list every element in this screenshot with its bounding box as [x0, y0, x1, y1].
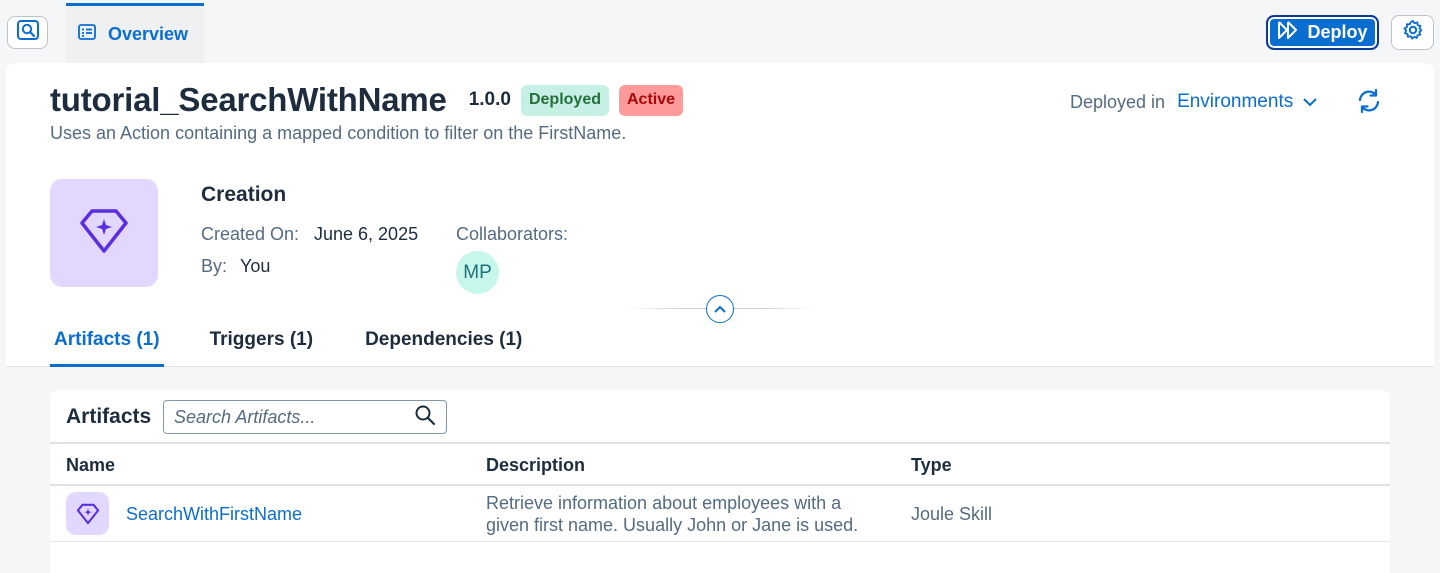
top-bar: Overview Deploy — [0, 0, 1440, 63]
magnifier-icon — [16, 19, 40, 46]
collaborators-label: Collaborators: — [456, 224, 569, 244]
table-header: Name Description Type — [50, 442, 1390, 486]
skill-avatar — [50, 179, 158, 287]
deployed-in-label: Deployed in — [1070, 91, 1166, 112]
collaborator-avatar[interactable]: MP — [456, 251, 499, 294]
created-by-label: By: — [201, 256, 228, 276]
table-row[interactable]: SearchWithFirstName Retrieve information… — [50, 486, 1390, 542]
tab-overview[interactable]: Overview — [66, 3, 204, 63]
version-label: 1.0.0 — [468, 89, 511, 110]
title-row: tutorial_SearchWithName 1.0.0 Deployed A… — [50, 81, 684, 119]
chevron-up-icon — [714, 300, 726, 318]
tab-overview-label: Overview — [108, 24, 189, 44]
artifact-type: Joule Skill — [911, 504, 993, 524]
page-subtitle: Uses an Action containing a mapped condi… — [50, 123, 627, 143]
deployed-in-group: Deployed in Environments — [1070, 91, 1317, 113]
column-header-description[interactable]: Description — [486, 455, 585, 476]
search-icon[interactable] — [414, 404, 436, 431]
deploy-icon — [1277, 20, 1301, 45]
page-title: tutorial_SearchWithName — [50, 81, 447, 118]
artifact-name-link[interactable]: SearchWithFirstName — [126, 504, 302, 525]
overview-icon — [78, 24, 96, 45]
search-input[interactable] — [174, 406, 414, 428]
deploy-label: Deploy — [1307, 22, 1368, 42]
created-on-value: June 6, 2025 — [314, 224, 419, 244]
artifact-description: Retrieve information about employees wit… — [486, 493, 859, 535]
creation-heading: Creation — [201, 183, 287, 206]
artifacts-panel: Artifacts Name Description Type SearchWi… — [50, 390, 1390, 573]
collapse-header-button[interactable] — [706, 295, 734, 323]
settings-button[interactable] — [1391, 15, 1434, 50]
tab-artifacts[interactable]: Artifacts (1) — [50, 313, 164, 367]
tab-dependencies[interactable]: Dependencies (1) — [365, 313, 522, 367]
environments-label: Environments — [1177, 91, 1294, 112]
section-tabs: Artifacts (1) Triggers (1) Dependencies … — [50, 313, 522, 367]
active-status-badge: Active — [618, 84, 684, 116]
diamond-sparkle-icon — [78, 207, 130, 260]
refresh-icon — [1356, 88, 1382, 119]
chevron-down-icon — [1303, 91, 1317, 113]
artifacts-search[interactable] — [163, 400, 447, 434]
row-skill-icon — [66, 492, 109, 535]
created-on-label: Created On: — [201, 224, 300, 244]
object-header: tutorial_SearchWithName 1.0.0 Deployed A… — [6, 63, 1434, 367]
artifacts-heading: Artifacts — [66, 405, 152, 428]
tab-triggers[interactable]: Triggers (1) — [210, 313, 313, 367]
environments-dropdown[interactable]: Environments — [1177, 91, 1317, 113]
refresh-button[interactable] — [1354, 88, 1384, 118]
created-by-value: You — [240, 256, 271, 276]
search-lens-button[interactable] — [7, 16, 48, 49]
gear-icon — [1402, 19, 1424, 46]
column-header-type[interactable]: Type — [911, 455, 952, 476]
deployed-status-badge: Deployed — [520, 84, 609, 116]
deploy-button[interactable]: Deploy — [1266, 15, 1379, 50]
column-header-name[interactable]: Name — [66, 455, 115, 476]
